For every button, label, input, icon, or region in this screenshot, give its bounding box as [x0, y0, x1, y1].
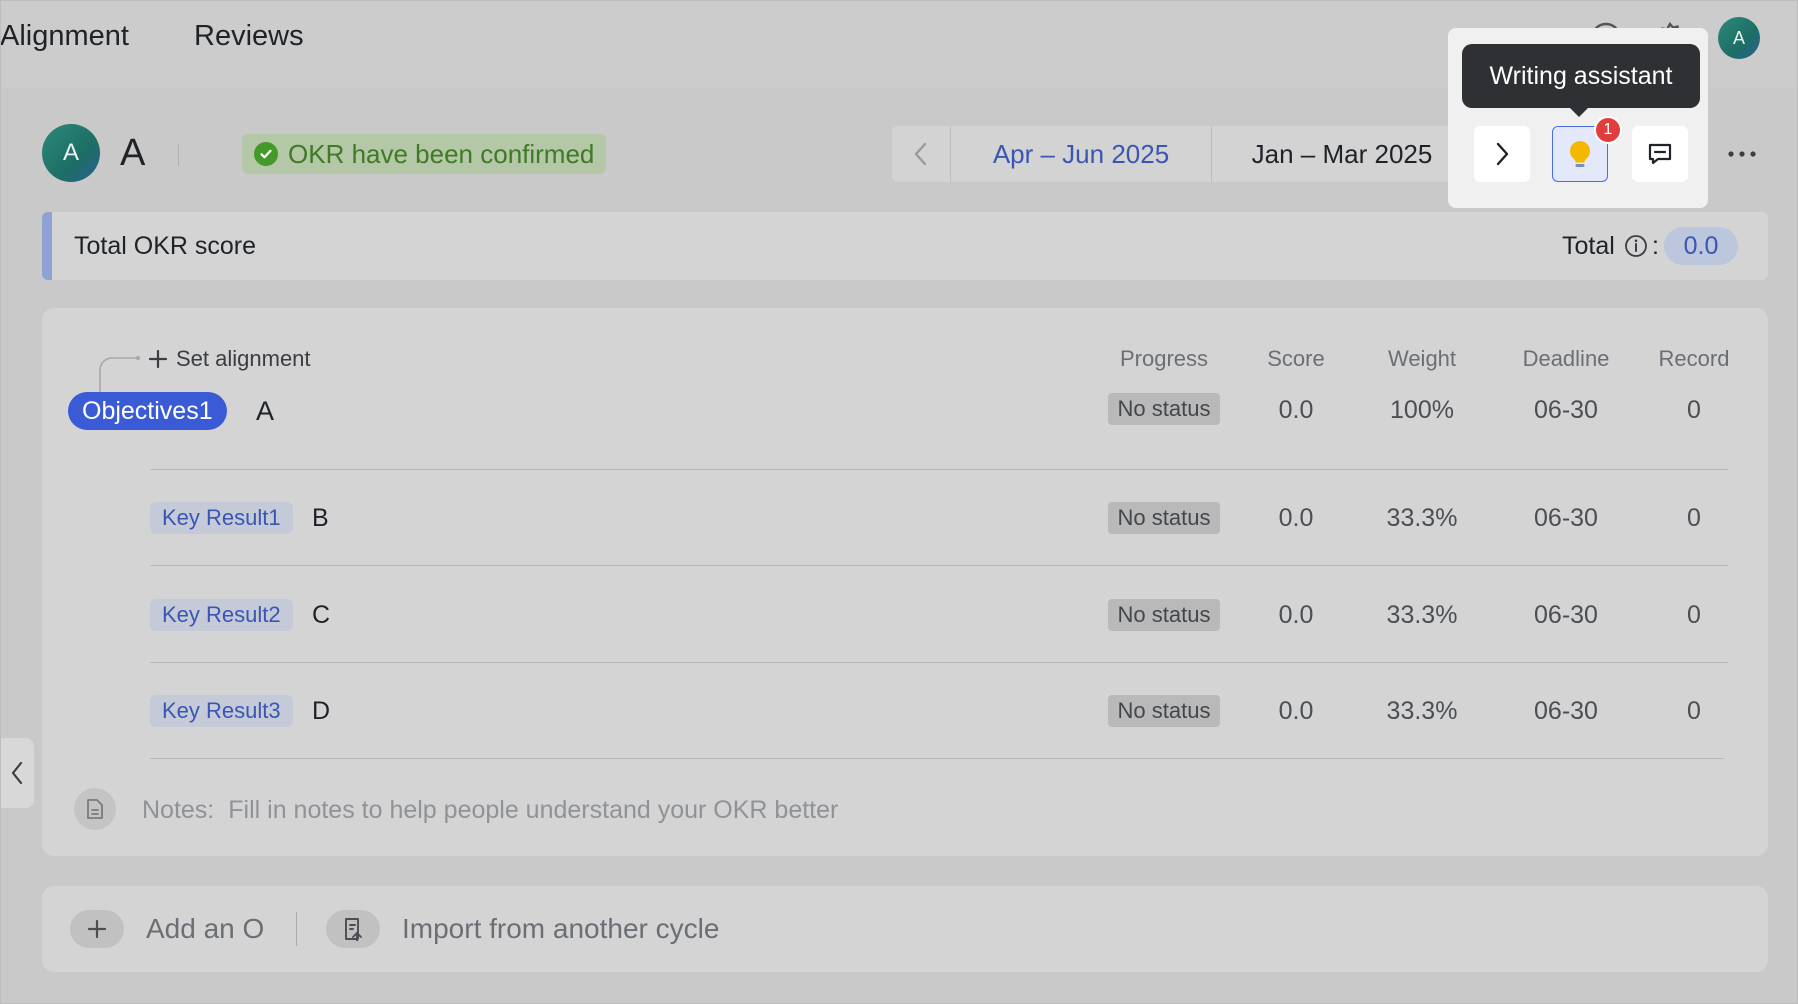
total-score-value: 0.0	[1664, 227, 1738, 265]
notification-badge: 1	[1594, 116, 1622, 144]
key-result-score[interactable]: 0.0	[1246, 504, 1346, 533]
more-options-button[interactable]	[1718, 126, 1766, 182]
okr-panel	[42, 308, 1768, 856]
header-divider	[178, 144, 179, 166]
total-label: Total	[1562, 232, 1615, 260]
key-result-title[interactable]: C	[312, 601, 330, 630]
row-divider	[150, 662, 1728, 663]
score-bar-accent	[42, 212, 52, 280]
column-header-weight: Weight	[1387, 346, 1457, 371]
column-header-record: Record	[1658, 346, 1730, 371]
period-switcher: Apr – Jun 2025 Jan – Mar 2025	[892, 126, 1530, 182]
tab-alignment[interactable]: Alignment	[0, 20, 129, 53]
import-icon	[345, 918, 362, 941]
objective-score[interactable]: 0.0	[1246, 396, 1346, 425]
owner-avatar: A	[42, 124, 100, 182]
objective-record[interactable]: 0	[1640, 396, 1748, 425]
chevron-left-icon	[914, 142, 927, 166]
user-avatar[interactable]: A	[1718, 17, 1760, 59]
set-alignment-button[interactable]: Set alignment	[148, 346, 311, 372]
next-period-button[interactable]	[1474, 126, 1530, 182]
column-header-score: Score	[1267, 346, 1325, 371]
period-current[interactable]: Apr – Jun 2025	[951, 126, 1211, 182]
plus-icon	[87, 919, 107, 939]
key-result-progress-status[interactable]: No status	[1108, 695, 1220, 727]
comments-button[interactable]	[1632, 126, 1688, 182]
bottom-action-panel	[42, 886, 1768, 972]
add-objective-icon[interactable]	[70, 910, 124, 948]
key-result-title[interactable]: B	[312, 504, 329, 533]
alignment-connector	[99, 356, 140, 394]
comment-icon	[1648, 143, 1672, 165]
notes-input[interactable]: Notes: Fill in notes to help people unde…	[142, 796, 838, 825]
more-horizontal-icon	[1728, 151, 1756, 157]
notes-label: Notes:	[142, 796, 215, 824]
import-cycle-icon[interactable]	[326, 910, 380, 948]
total-colon: :	[1652, 232, 1659, 260]
set-alignment-label: Set alignment	[176, 346, 311, 371]
user-avatar-letter: A	[1732, 27, 1745, 48]
sidebar-collapse-handle[interactable]	[0, 738, 34, 808]
objective-title[interactable]: A	[256, 396, 274, 427]
add-objective-button[interactable]: Add an O	[146, 913, 264, 945]
key-result-record[interactable]: 0	[1640, 601, 1748, 630]
key-result-tag[interactable]: Key Result2	[150, 599, 293, 631]
notes-icon	[74, 788, 116, 830]
previous-period-button[interactable]	[892, 126, 950, 182]
key-result-weight[interactable]: 33.3%	[1362, 697, 1482, 726]
info-icon[interactable]	[1624, 234, 1648, 258]
lightbulb-icon	[1570, 141, 1590, 167]
objective-deadline[interactable]: 06-30	[1504, 396, 1628, 425]
owner-avatar-letter: A	[62, 139, 79, 166]
key-result-score[interactable]: 0.0	[1246, 601, 1346, 630]
key-result-deadline[interactable]: 06-30	[1504, 504, 1628, 533]
column-header-progress: Progress	[1119, 346, 1209, 371]
notes-placeholder: Fill in notes to help people understand …	[228, 796, 839, 824]
objective-weight[interactable]: 100%	[1362, 396, 1482, 425]
action-divider	[296, 912, 297, 946]
key-result-weight[interactable]: 33.3%	[1362, 504, 1482, 533]
plus-icon	[148, 349, 168, 369]
tooltip-arrow	[1570, 108, 1588, 117]
objective-tag[interactable]: Objectives1	[68, 392, 227, 430]
total-okr-score-title: Total OKR score	[74, 232, 257, 260]
key-result-record[interactable]: 0	[1640, 504, 1748, 533]
key-result-weight[interactable]: 33.3%	[1362, 601, 1482, 630]
row-divider	[150, 469, 1728, 470]
tab-reviews[interactable]: Reviews	[194, 20, 304, 53]
objective-progress-status[interactable]: No status	[1108, 393, 1220, 425]
chevron-left-icon	[11, 761, 23, 785]
key-result-deadline[interactable]: 06-30	[1504, 601, 1628, 630]
writing-assistant-tooltip: Writing assistant	[1462, 44, 1700, 108]
row-divider	[150, 758, 1724, 759]
total-okr-score-bar: Total OKR score Total : 0.0	[42, 212, 1768, 280]
key-result-score[interactable]: 0.0	[1246, 697, 1346, 726]
key-result-deadline[interactable]: 06-30	[1504, 697, 1628, 726]
chevron-right-icon	[1496, 142, 1509, 166]
period-previous[interactable]: Jan – Mar 2025	[1212, 126, 1472, 182]
import-from-cycle-button[interactable]: Import from another cycle	[402, 913, 719, 945]
key-result-progress-status[interactable]: No status	[1108, 502, 1220, 534]
key-result-record[interactable]: 0	[1640, 697, 1748, 726]
key-result-tag[interactable]: Key Result1	[150, 502, 293, 534]
owner-name: A	[120, 132, 146, 174]
column-header-deadline: Deadline	[1522, 346, 1610, 371]
key-result-title[interactable]: D	[312, 697, 330, 726]
key-result-progress-status[interactable]: No status	[1108, 599, 1220, 631]
key-result-tag[interactable]: Key Result3	[150, 695, 293, 727]
row-divider	[150, 565, 1728, 566]
